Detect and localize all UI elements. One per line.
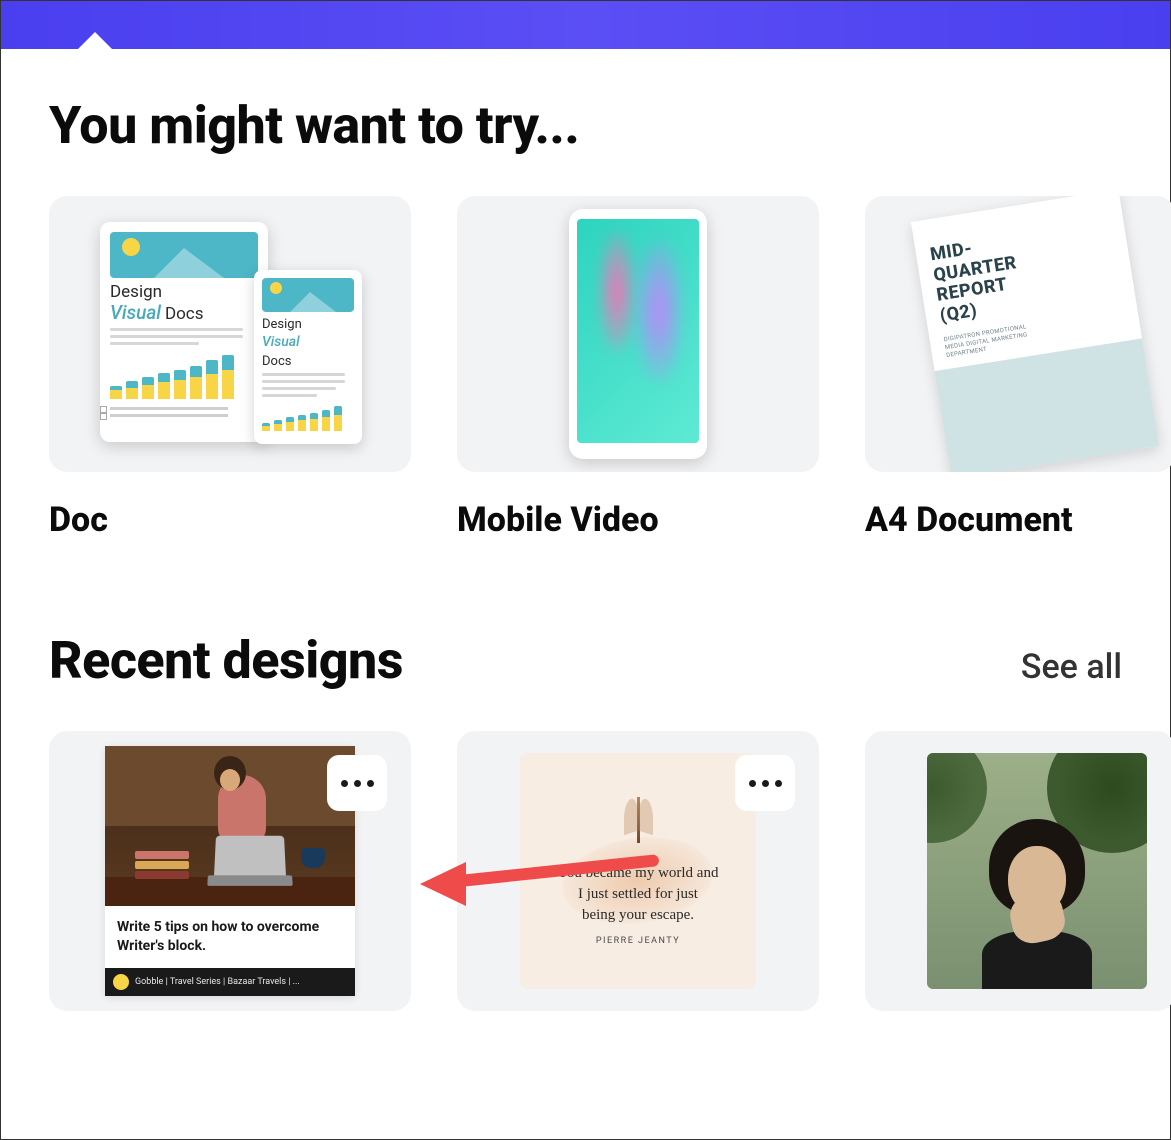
recent-card-1[interactable]: Write 5 tips on how to overcome Writer's…: [49, 731, 411, 1011]
template-thumb-mobile-video: [457, 196, 819, 472]
arrow-left-icon: [420, 862, 466, 906]
more-options-button[interactable]: [327, 755, 387, 811]
recent-1-audio-label: Gobble | Travel Series | Bazaar Travels …: [135, 977, 300, 987]
recent-1-caption: Write 5 tips on how to overcome Writer's…: [105, 906, 355, 968]
template-card-mobile-video[interactable]: Mobile Video: [457, 196, 819, 540]
feather-icon: [637, 797, 640, 843]
template-thumb-doc: Design Visual Docs Design Visual: [49, 196, 411, 472]
see-all-link[interactable]: See all: [1021, 647, 1122, 687]
more-options-button[interactable]: [735, 755, 795, 811]
template-card-a4-document[interactable]: MID- QUARTER REPORT (Q2) DIGIPATRON PROM…: [865, 196, 1171, 540]
recent-section-title: Recent designs: [49, 630, 403, 691]
banner-notch-indicator: [77, 32, 113, 50]
template-card-doc[interactable]: Design Visual Docs Design Visual: [49, 196, 411, 540]
doc-preview-line2-plain: Docs: [165, 304, 204, 324]
templates-row: Design Visual Docs Design Visual: [49, 196, 1122, 540]
recent-card-3[interactable]: [865, 731, 1171, 1011]
doc-preview-line1: Design: [110, 284, 258, 301]
ellipsis-icon: [749, 780, 756, 787]
audio-source-icon: [113, 974, 129, 990]
template-label-a4-document: A4 Document: [865, 500, 1171, 540]
templates-section-title: You might want to try...: [49, 95, 1122, 156]
template-label-mobile-video: Mobile Video: [457, 500, 819, 540]
doc-preview-line2-italic: Visual: [110, 301, 161, 324]
ellipsis-icon: [341, 780, 348, 787]
annotation-arrow: [420, 850, 660, 910]
top-banner: [1, 1, 1170, 49]
template-label-doc: Doc: [49, 500, 411, 540]
template-thumb-a4-document: MID- QUARTER REPORT (Q2) DIGIPATRON PROM…: [865, 196, 1171, 472]
recent-2-author: PIERRE JEANTY: [596, 936, 680, 946]
